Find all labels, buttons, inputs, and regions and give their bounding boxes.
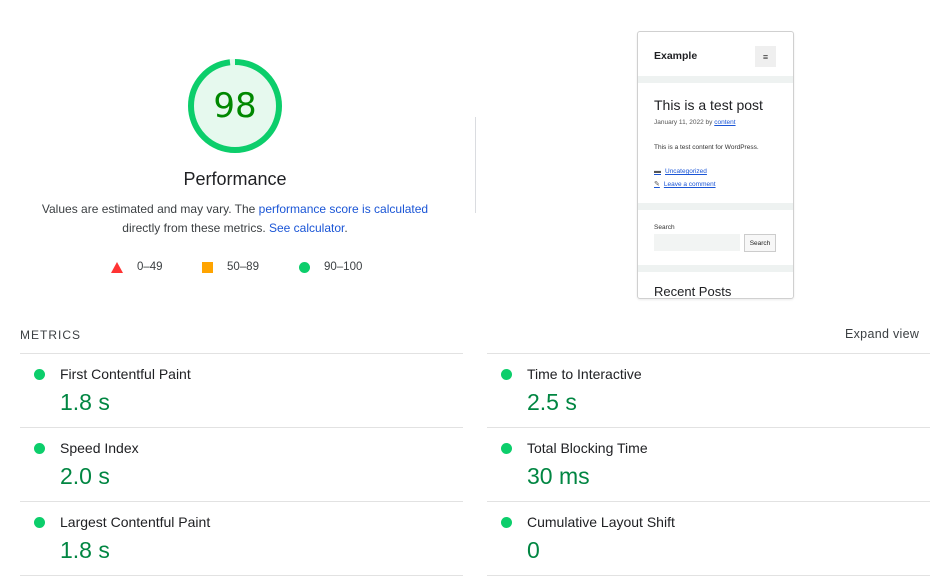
preview-band xyxy=(638,76,793,83)
preview-category-link: Uncategorized xyxy=(665,168,707,175)
legend-pass-label: 90–100 xyxy=(324,261,363,273)
preview-post-body: This is a test content for WordPress. xyxy=(654,144,759,151)
divider xyxy=(20,575,463,576)
pass-circle-icon xyxy=(34,369,45,380)
page-screenshot-preview[interactable]: Example ≡ This is a test post January 11… xyxy=(637,31,794,299)
description-text-3: . xyxy=(344,221,348,235)
metric-value: 2.5 s xyxy=(527,389,577,415)
preview-band xyxy=(638,203,793,210)
triangle-icon xyxy=(111,261,123,273)
metric-largest-contentful-paint: Largest Contentful Paint 1.8 s xyxy=(20,501,463,575)
preview-band xyxy=(638,265,793,272)
preview-post-meta: January 11, 2022 by content xyxy=(654,119,736,126)
circle-icon xyxy=(299,261,310,273)
preview-search-label: Search xyxy=(654,224,675,231)
metric-total-blocking-time: Total Blocking Time 30 ms xyxy=(487,427,930,501)
legend-average-label: 50–89 xyxy=(227,261,259,273)
performance-score: 98 xyxy=(213,86,257,126)
preview-post-date: January 11, 2022 by xyxy=(654,119,715,126)
pass-circle-icon xyxy=(501,369,512,380)
preview-site-title: Example xyxy=(654,50,698,62)
preview-comment-row: ✎ Leave a comment xyxy=(654,180,716,189)
divider xyxy=(487,575,930,576)
preview-author-link: content xyxy=(714,119,736,126)
metric-time-to-interactive: Time to Interactive 2.5 s xyxy=(487,353,930,427)
metric-value: 1.8 s xyxy=(60,389,110,415)
metric-name: Largest Contentful Paint xyxy=(60,514,211,530)
expand-view-button[interactable]: Expand view xyxy=(845,327,919,341)
preview-category-row: ▬ Uncategorized xyxy=(654,168,707,175)
comment-icon: ✎ xyxy=(654,181,660,188)
metrics-header: METRICS xyxy=(20,328,81,342)
preview-comment-link: Leave a comment xyxy=(663,180,716,188)
metric-name: Cumulative Layout Shift xyxy=(527,514,675,530)
vertical-divider xyxy=(475,117,476,213)
preview-search-input xyxy=(654,234,740,251)
preview-search-button: Search xyxy=(744,234,776,252)
score-calculated-link[interactable]: performance score is calculated xyxy=(259,202,428,216)
pass-circle-icon xyxy=(501,443,512,454)
description-text-2: directly from these metrics. xyxy=(122,221,269,235)
legend-fail-label: 0–49 xyxy=(137,261,163,273)
metric-value: 2.0 s xyxy=(60,463,110,489)
pass-circle-icon xyxy=(34,443,45,454)
square-icon xyxy=(202,261,213,273)
metric-value: 0 xyxy=(527,537,540,563)
see-calculator-link[interactable]: See calculator xyxy=(269,221,344,235)
legend-pass: 90–100 xyxy=(299,261,362,273)
category-title: Performance xyxy=(183,169,287,189)
folder-icon: ▬ xyxy=(654,168,661,175)
pass-circle-icon xyxy=(34,517,45,528)
metric-name: Time to Interactive xyxy=(527,366,642,382)
metric-name: Total Blocking Time xyxy=(527,440,648,456)
metric-name: Speed Index xyxy=(60,440,139,456)
legend-average: 50–89 xyxy=(202,261,259,273)
score-description: Values are estimated and may vary. The p… xyxy=(30,200,440,238)
metric-value: 30 ms xyxy=(527,463,590,489)
metric-value: 1.8 s xyxy=(60,537,110,563)
pass-circle-icon xyxy=(501,517,512,528)
description-text-1: Values are estimated and may vary. The xyxy=(41,202,259,216)
performance-gauge: 98 xyxy=(186,57,284,155)
metric-first-contentful-paint: First Contentful Paint 1.8 s xyxy=(20,353,463,427)
preview-recent-posts: Recent Posts xyxy=(654,284,732,299)
metric-speed-index: Speed Index 2.0 s xyxy=(20,427,463,501)
metric-cumulative-layout-shift: Cumulative Layout Shift 0 xyxy=(487,501,930,575)
preview-post-title: This is a test post xyxy=(654,97,763,113)
legend-fail: 0–49 xyxy=(111,261,163,273)
metric-name: First Contentful Paint xyxy=(60,366,191,382)
menu-icon: ≡ xyxy=(755,46,776,67)
